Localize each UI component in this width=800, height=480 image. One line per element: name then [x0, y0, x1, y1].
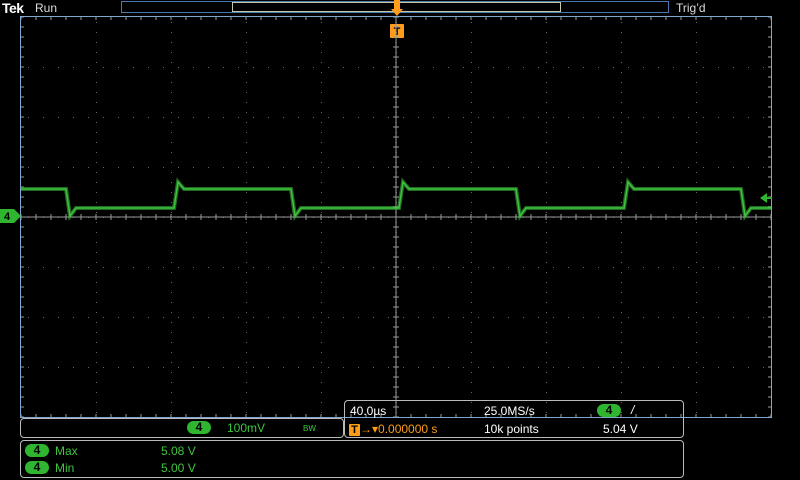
brand-logo: Tek: [2, 0, 24, 16]
trigger-slope-icon: /: [631, 403, 635, 417]
waveform-graticule[interactable]: [20, 16, 772, 418]
measurement-value: 5.08 V: [161, 444, 196, 458]
trigger-marker-stem: [394, 0, 400, 10]
run-state-label[interactable]: Run: [35, 1, 57, 15]
trigger-delay-arrow-icon: →▾: [360, 422, 379, 436]
measurement-row: 4 Min 5.00 V: [21, 459, 681, 476]
measurements-panel[interactable]: 4 Max 5.08 V 4 Min 5.00 V: [20, 440, 684, 478]
trigger-source-badge: 4: [597, 404, 621, 417]
measurement-row: 4 Max 5.08 V: [21, 442, 681, 459]
trigger-delay-group: T →▾0.000000 s: [349, 422, 437, 436]
vertical-scale: 100mV: [227, 421, 266, 435]
trigger-level-marker[interactable]: [760, 192, 772, 204]
graticule-grid: [21, 17, 771, 417]
trigger-delay-value: 0.000000 s: [378, 422, 438, 436]
measurement-value: 5.00 V: [161, 461, 196, 475]
bandwidth-limit-icon: BW: [303, 424, 316, 433]
horizontal-settings-panel[interactable]: 40.0µs 25.0MS/s 4 / T →▾0.000000 s 10k po…: [344, 400, 684, 438]
measurement-channel-badge: 4: [25, 461, 49, 474]
measurement-channel-badge: 4: [25, 444, 49, 457]
vertical-settings-panel[interactable]: 4 100mV BW: [20, 418, 344, 438]
measurement-name: Max: [55, 444, 78, 458]
trigger-delay-t-icon: T: [349, 424, 360, 436]
trigger-level: 5.04 V: [603, 422, 638, 436]
trigger-state-label: Trig’d: [676, 1, 706, 15]
channel-badge: 4: [187, 421, 211, 434]
trigger-marker-arrow-icon: [391, 9, 403, 16]
record-length: 10k points: [484, 422, 539, 436]
sample-rate: 25.0MS/s: [484, 404, 535, 418]
time-per-division: 40.0µs: [350, 404, 387, 418]
ground-marker-label: 4: [4, 211, 11, 223]
channel-4-ground-marker[interactable]: 4: [0, 208, 22, 224]
measurement-name: Min: [55, 461, 75, 475]
